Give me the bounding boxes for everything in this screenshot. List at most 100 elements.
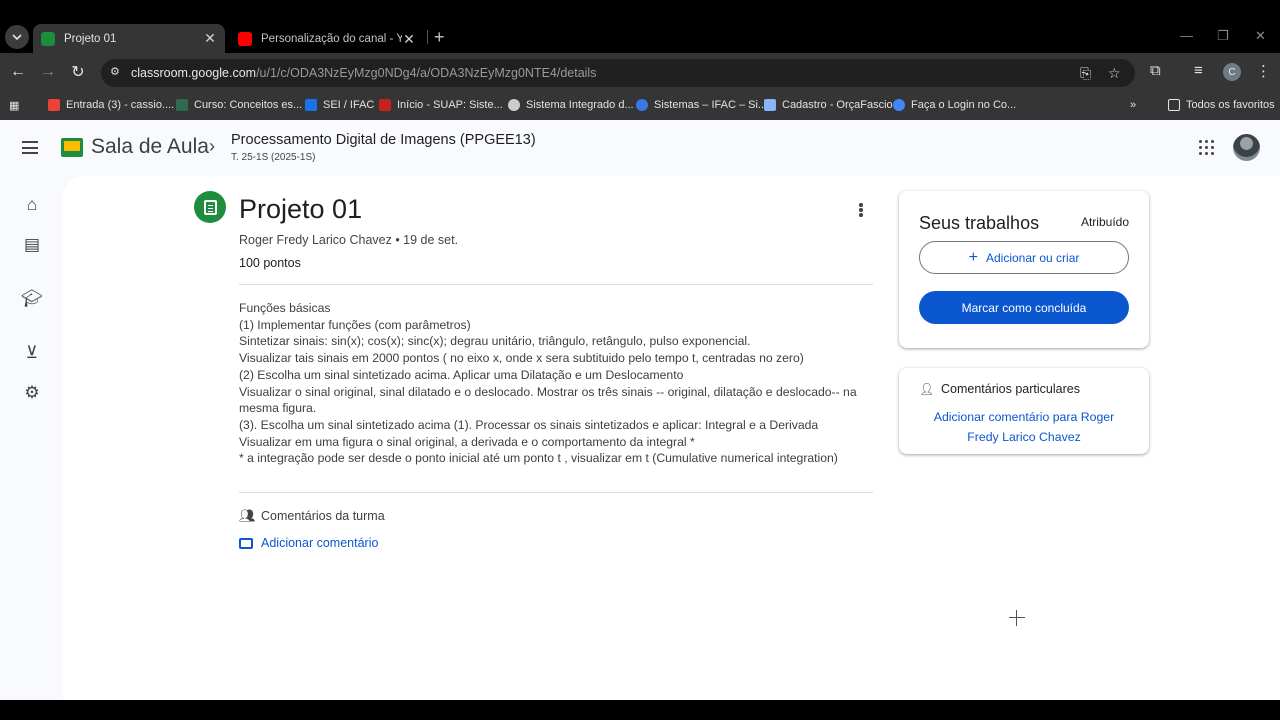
classroom-favicon-icon	[41, 31, 55, 46]
plus-icon: +	[968, 248, 978, 266]
description-line: mesma figura.	[239, 401, 317, 416]
description-line: Visualizar em uma figura o sinal origina…	[239, 434, 695, 449]
classroom-logo[interactable]	[61, 138, 83, 157]
forward-icon[interactable]: →	[37, 61, 59, 83]
description-line: (3). Escolha um sinal sintetizado acima …	[239, 417, 819, 432]
bookmark-item[interactable]: Curso: Conceitos es...	[176, 97, 302, 113]
mouse-cursor	[1009, 610, 1025, 626]
description-line: Funções básicas	[239, 301, 331, 315]
close-icon[interactable]: ✕	[203, 30, 217, 47]
divider	[239, 284, 873, 285]
install-app-icon[interactable]: ⎘	[1080, 65, 1091, 82]
mark-as-done-button[interactable]: Marcar como concluída	[919, 291, 1129, 324]
address-bar[interactable]: ⚙ classroom.google.com/u/1/c/ODA3NzEyMzg…	[101, 59, 1135, 87]
app-header: Sala de Aula › Processamento Digital de …	[0, 120, 1280, 176]
tab-search-button[interactable]	[5, 25, 29, 49]
bookmark-item[interactable]: Cadastro - OrçaFascio	[764, 97, 893, 113]
bookmark-item[interactable]: Início - SUAP: Siste...	[379, 97, 503, 113]
private-comments-heading: 👤︎ Comentários particulares	[919, 382, 1080, 396]
settings-icon[interactable]: ⚙	[21, 382, 43, 404]
gmail-icon	[48, 99, 60, 111]
assignment-content: Projeto 01 Roger Fredy Larico Chavez • 1…	[63, 176, 1280, 700]
app-brand[interactable]: Sala de Aula	[91, 135, 209, 159]
course-subtitle: T. 25-1S (2025-1S)	[231, 152, 316, 163]
chevron-right-icon: ›	[209, 136, 215, 156]
tab-divider	[427, 30, 428, 44]
google-apps-icon[interactable]	[1199, 140, 1214, 155]
assignment-points: 100 pontos	[239, 256, 301, 270]
calendar-icon[interactable]: ▤	[21, 234, 43, 256]
description-line: * a integração pode ser desde o ponto in…	[239, 451, 838, 466]
private-comments-card: 👤︎ Comentários particulares Adicionar co…	[899, 368, 1149, 454]
person-icon: 👤︎	[919, 382, 935, 396]
bookmark-item[interactable]: Faça o Login no Co...	[893, 97, 1016, 113]
bottom-edge	[0, 700, 1280, 720]
add-or-create-button[interactable]: + Adicionar ou criar	[919, 241, 1129, 274]
description-line: Sintetizar sinais: sin(x); cos(x); sinc(…	[239, 334, 751, 349]
assignment-meta: Roger Fredy Larico Chavez • 19 de set.	[239, 233, 459, 247]
class-comments-heading: 👥︎ Comentários da turma	[239, 508, 385, 523]
course-site-icon	[176, 99, 188, 111]
description-line: (2) Escolha um sinal sintetizado acima. …	[239, 367, 684, 382]
globe-icon	[508, 99, 520, 111]
side-rail: ⌂ ▤ 🎓︎ ⊻ ⚙	[0, 176, 63, 700]
minimize-icon[interactable]: —	[1180, 28, 1193, 43]
user-avatar[interactable]	[1233, 134, 1260, 161]
main-menu-icon[interactable]	[22, 141, 38, 154]
home-icon[interactable]: ⌂	[21, 194, 43, 216]
browser-tab[interactable]: Personalização do canal - YouTu ✕	[232, 25, 422, 53]
window-close-icon[interactable]: ✕	[1255, 28, 1266, 44]
classroom-page: Sala de Aula › Processamento Digital de …	[0, 120, 1280, 700]
browser-menu-icon[interactable]: ⋮	[1256, 62, 1271, 80]
assignment-title: Projeto 01	[239, 194, 363, 224]
description-line: (1) Implementar funções (com parâmetros)	[239, 317, 471, 332]
back-icon[interactable]: ←	[7, 61, 29, 83]
bookmark-item[interactable]: Sistemas – IFAC – Si...	[636, 97, 767, 113]
orcafascio-icon	[764, 99, 776, 111]
description-line: Visualizar tais sinais em 2000 pontos ( …	[239, 351, 804, 366]
enrolled-classes-icon[interactable]: 🎓︎	[21, 288, 43, 310]
bookmark-item[interactable]: Sistema Integrado d...	[508, 97, 634, 113]
bookmark-folder[interactable]: Todos os favoritos	[1168, 97, 1275, 113]
new-tab-button[interactable]: +	[434, 28, 445, 46]
bookmark-star-icon[interactable]: ☆	[1108, 65, 1121, 82]
close-icon[interactable]: ✕	[402, 31, 416, 48]
description-line: Visualizar o sinal original, sinal dilat…	[239, 384, 857, 399]
more-options-icon[interactable]	[859, 203, 863, 217]
assignment-icon	[194, 191, 226, 223]
media-queue-icon[interactable]: ≡	[1194, 62, 1203, 79]
browser-tab-strip: Projeto 01 ✕ Personalização do canal - Y…	[0, 0, 1280, 53]
status-badge: Atribuído	[1080, 215, 1129, 229]
your-work-card: Seus trabalhos Atribuído + Adicionar ou …	[899, 191, 1149, 348]
chevron-down-icon	[12, 34, 22, 41]
browser-profile-avatar[interactable]: C	[1223, 63, 1241, 81]
extensions-icon[interactable]: ⧉	[1150, 62, 1161, 79]
restore-icon[interactable]: ❐	[1217, 28, 1229, 44]
add-class-comment-link[interactable]: Adicionar comentário	[239, 536, 378, 550]
youtube-favicon-icon	[238, 32, 252, 46]
tab-title: Projeto 01	[64, 32, 117, 45]
login-site-icon	[893, 99, 905, 111]
apps-grid-icon[interactable]: ▦	[9, 97, 19, 113]
suap-icon	[379, 99, 391, 111]
comment-icon	[239, 537, 253, 549]
browser-tab-active[interactable]: Projeto 01 ✕	[33, 24, 225, 53]
site-info-icon[interactable]: ⚙	[110, 65, 126, 81]
bookmark-item[interactable]: Entrada (3) - cassio....	[48, 97, 174, 113]
tab-title: Personalização do canal - YouTu	[261, 33, 402, 45]
reload-icon[interactable]: ↻	[67, 61, 89, 83]
bookmarks-bar: ▦ Entrada (3) - cassio.... Curso: Concei…	[0, 91, 1280, 120]
url-text: classroom.google.com/u/1/c/ODA3NzEyMzg0N…	[131, 66, 597, 80]
assignment-description: Funções básicas (1) Implementar funções …	[239, 300, 879, 467]
add-private-comment-link[interactable]: Adicionar comentário para Roger Fredy La…	[919, 407, 1129, 447]
course-title[interactable]: Processamento Digital de Imagens (PPGEE1…	[231, 132, 536, 148]
bookmark-item[interactable]: SEI / IFAC	[305, 97, 374, 113]
wordpress-icon	[636, 99, 648, 111]
folder-icon	[1168, 99, 1180, 111]
divider	[239, 492, 873, 493]
people-icon: 👥︎	[239, 508, 256, 523]
more-bookmarks-icon[interactable]: »	[1130, 97, 1136, 113]
sei-icon	[305, 99, 317, 111]
your-work-heading: Seus trabalhos	[919, 213, 1040, 233]
archived-classes-icon[interactable]: ⊻	[21, 342, 43, 364]
